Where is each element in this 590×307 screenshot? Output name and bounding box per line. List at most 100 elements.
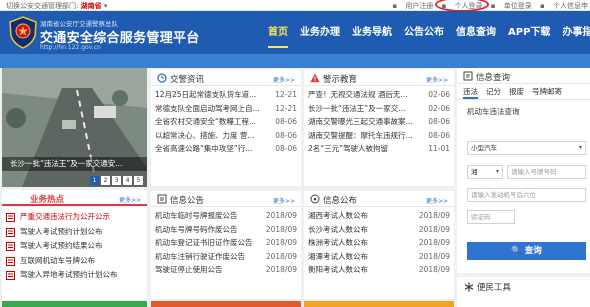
nav-home[interactable]: 首页 bbox=[262, 11, 294, 54]
item-title[interactable]: 湘西考试人数公布 bbox=[308, 209, 368, 223]
nav-service-guide[interactable]: 办事指 bbox=[556, 11, 590, 54]
warning-edu-more[interactable]: 更多>> bbox=[426, 75, 448, 84]
item-title[interactable]: 机动车号牌号码作废公告 bbox=[155, 223, 238, 237]
nav-guide[interactable]: 业务导航 bbox=[346, 11, 398, 54]
tab-plate-mail[interactable]: 号牌邮寄 bbox=[532, 84, 562, 99]
item-date: 2018/09 bbox=[418, 224, 450, 234]
register-link-label[interactable]: 用户注册 bbox=[405, 2, 433, 10]
hot-business-title: 业务热点 bbox=[30, 195, 65, 205]
hot-item-label[interactable]: 驾驶人考试预约结果公布 bbox=[20, 241, 103, 250]
personal-info-label[interactable]: 个人信息申 bbox=[553, 2, 588, 10]
list-item[interactable]: 机动车登记证书旧证作废公告 2018/09 bbox=[155, 236, 297, 250]
list-item[interactable]: 常德支队全面启动驾考网上自... 12-21 bbox=[155, 102, 297, 116]
chevron-down-icon[interactable]: ▾ bbox=[104, 2, 108, 10]
item-title[interactable]: 湖南交警曝光三起交通事故案... bbox=[308, 115, 413, 129]
register-link[interactable]: ▪ 用户注册 bbox=[392, 2, 433, 10]
list-item[interactable]: 驾驶人异地考试预约计划公布 bbox=[2, 268, 147, 283]
item-title[interactable]: 株洲考试人数公布 bbox=[308, 236, 368, 250]
item-title[interactable]: 以超常决心、措施、力度 营... bbox=[155, 129, 255, 143]
utilities-title: 便民工具 bbox=[477, 283, 512, 293]
item-date: 2018/09 bbox=[418, 251, 450, 261]
item-title[interactable]: 全省高速公路“集中攻坚”行... bbox=[155, 142, 252, 156]
slide-page-4[interactable]: 4 bbox=[123, 176, 132, 185]
traffic-news-list: 12月25日起常德支队货车道... 12-21 常德支队全面启动驾考网上自... 1… bbox=[151, 86, 301, 156]
list-item[interactable]: 长沙考试人数公布 2018/09 bbox=[308, 223, 450, 237]
hot-item-label[interactable]: 严重交通违法行为公开公示 bbox=[20, 212, 110, 221]
list-item[interactable]: 全省农村交通安全“数糧工程... 08-06 bbox=[155, 115, 297, 129]
info-publish-more[interactable]: 更多>> bbox=[426, 196, 448, 205]
hot-item-label[interactable]: 驾驶人异地考试预约计划公布 bbox=[20, 270, 118, 279]
nav-announcements[interactable]: 公告公布 bbox=[398, 11, 450, 54]
province-select[interactable]: 湖南省 bbox=[81, 2, 102, 10]
slide-caption[interactable]: 长沙一批“违法王”及一家交通安... bbox=[2, 157, 147, 171]
list-item[interactable]: 全省高速公路“集中攻坚”行... 08-06 bbox=[155, 142, 297, 156]
item-title[interactable]: 机动车登记证书旧证作废公告 bbox=[155, 236, 253, 250]
item-title[interactable]: 12月25日起常德支队货车道... bbox=[155, 88, 256, 102]
chevron-down-icon: ▾ bbox=[495, 168, 499, 175]
list-item[interactable]: 湖南交警提醒：摩托车违规行... 08-06 bbox=[308, 129, 450, 143]
province-prefix-select[interactable]: 湘 ▾ bbox=[467, 165, 503, 179]
list-item[interactable]: 衡阳考试人数公布 2018/09 bbox=[308, 263, 450, 277]
slide-page-2[interactable]: 2 bbox=[101, 176, 110, 185]
site-header: 湖南省公安厅交通警察总队 交通安全综合服务管理平台 http://hn.122.… bbox=[0, 11, 590, 54]
captcha-input[interactable]: 验证码 bbox=[467, 210, 515, 224]
nav-query[interactable]: 信息查询 bbox=[450, 11, 502, 54]
engine-number-input[interactable]: 请输入发动机号后六位 bbox=[467, 188, 586, 202]
list-item[interactable]: 长沙一批“违法王”及一家交... 02-06 bbox=[308, 102, 450, 116]
list-item[interactable]: 湘西考试人数公布 2018/09 bbox=[308, 209, 450, 223]
hot-business-more[interactable]: 更多>> bbox=[119, 195, 141, 204]
department-switcher[interactable]: 切换公安交通管理部门: 湖南省 ▾ bbox=[6, 1, 107, 11]
item-title[interactable]: 湘潭考试人数公布 bbox=[308, 250, 368, 264]
info-publish-list: 湘西考试人数公布 2018/09 长沙考试人数公布 2018/09 株洲考试人数公布… bbox=[304, 207, 454, 277]
tab-violation[interactable]: 违法 bbox=[463, 84, 478, 99]
site-url: http://hn.122.gov.cn bbox=[40, 44, 101, 51]
slide-page-5[interactable]: 5 bbox=[134, 176, 143, 185]
nav-app-download[interactable]: APP下载 bbox=[502, 11, 556, 54]
list-item[interactable]: 互联网机动车号牌公布 bbox=[2, 254, 147, 269]
list-item[interactable]: 驾驶人考试预约计划公布 bbox=[2, 225, 147, 240]
hot-item-label[interactable]: 互联网机动车号牌公布 bbox=[20, 256, 95, 265]
hot-item-label[interactable]: 驾驶人考试预约计划公布 bbox=[20, 227, 103, 236]
tab-points[interactable]: 记分 bbox=[486, 84, 501, 99]
list-item[interactable]: 严重交通违法行为公开公示 bbox=[2, 210, 147, 225]
item-title[interactable]: 常德支队全面启动驾考网上自... bbox=[155, 102, 260, 116]
list-item[interactable]: 机动车临时号牌报废公告 2018/09 bbox=[155, 209, 297, 223]
list-item[interactable]: 驾驶证停止使用公告 2018/09 bbox=[155, 263, 297, 277]
list-item[interactable]: 机动车注销行驶证作废公告 2018/09 bbox=[155, 250, 297, 264]
item-title[interactable]: 2名“三元”驾驶人被拘留 bbox=[308, 142, 388, 156]
warning-edu-panel: 警示教育 更多>> 严查！无视交通法规 酒后无... 02-06 长沙一批“违法王… bbox=[304, 70, 454, 186]
plate-number-input[interactable]: 请输入号牌号码 bbox=[507, 165, 586, 179]
list-item[interactable]: 机动车号牌号码作废公告 2018/09 bbox=[155, 223, 297, 237]
item-date: 2018/09 bbox=[265, 265, 297, 274]
item-title[interactable]: 全省农村交通安全“数糧工程... bbox=[155, 115, 256, 129]
slide-page-1[interactable]: 1 bbox=[90, 176, 99, 185]
item-title[interactable]: 湖南交警提醒：摩托车违规行... bbox=[308, 129, 413, 143]
list-item[interactable]: 驾驶人考试预约结果公布 bbox=[2, 239, 147, 254]
company-login-label[interactable]: 单位登录 bbox=[504, 2, 532, 10]
vehicle-type-select[interactable]: 小型汽车 ▾ bbox=[467, 141, 586, 155]
list-item[interactable]: 湖南交警曝光三起交通事故案... 08-06 bbox=[308, 115, 450, 129]
slide-page-3[interactable]: 3 bbox=[112, 176, 121, 185]
item-title[interactable]: 长沙一批“违法王”及一家交... bbox=[308, 102, 405, 116]
list-item[interactable]: 2名“三元”驾驶人被拘留 11-01 bbox=[308, 142, 450, 156]
list-item[interactable]: 严查！无视交通法规 酒后无... 02-06 bbox=[308, 88, 450, 102]
personal-info-link[interactable]: ▪ 个人信息申 bbox=[540, 2, 588, 10]
item-title[interactable]: 驾驶证停止使用公告 bbox=[155, 263, 223, 277]
item-title[interactable]: 机动车注销行驶证作废公告 bbox=[155, 250, 245, 264]
list-item[interactable]: 株洲考试人数公布 2018/09 bbox=[308, 236, 450, 250]
news-slideshow[interactable]: 长沙一批“违法王”及一家交通安... 1 2 3 4 5 bbox=[2, 68, 147, 187]
query-button[interactable]: 🔍 查询 bbox=[467, 242, 586, 260]
query-icon bbox=[463, 71, 473, 81]
list-item[interactable]: 湘潭考试人数公布 2018/09 bbox=[308, 250, 450, 264]
list-item[interactable]: 以超常决心、措施、力度 营... 08-06 bbox=[155, 129, 297, 143]
list-item[interactable]: 12月25日起常德支队货车道... 12-21 bbox=[155, 88, 297, 102]
item-title[interactable]: 机动车临时号牌报废公告 bbox=[155, 209, 238, 223]
nav-business[interactable]: 业务办理 bbox=[294, 11, 346, 54]
item-title[interactable]: 衡阳考试人数公布 bbox=[308, 263, 368, 277]
item-title[interactable]: 长沙考试人数公布 bbox=[308, 223, 368, 237]
tab-scrap[interactable]: 报废 bbox=[509, 84, 524, 99]
info-notice-more[interactable]: 更多>> bbox=[273, 196, 295, 205]
item-title[interactable]: 严查！无视交通法规 酒后无... bbox=[308, 88, 408, 102]
traffic-news-more[interactable]: 更多>> bbox=[273, 75, 295, 84]
company-login-link[interactable]: ▪ 单位登录 bbox=[491, 2, 532, 10]
